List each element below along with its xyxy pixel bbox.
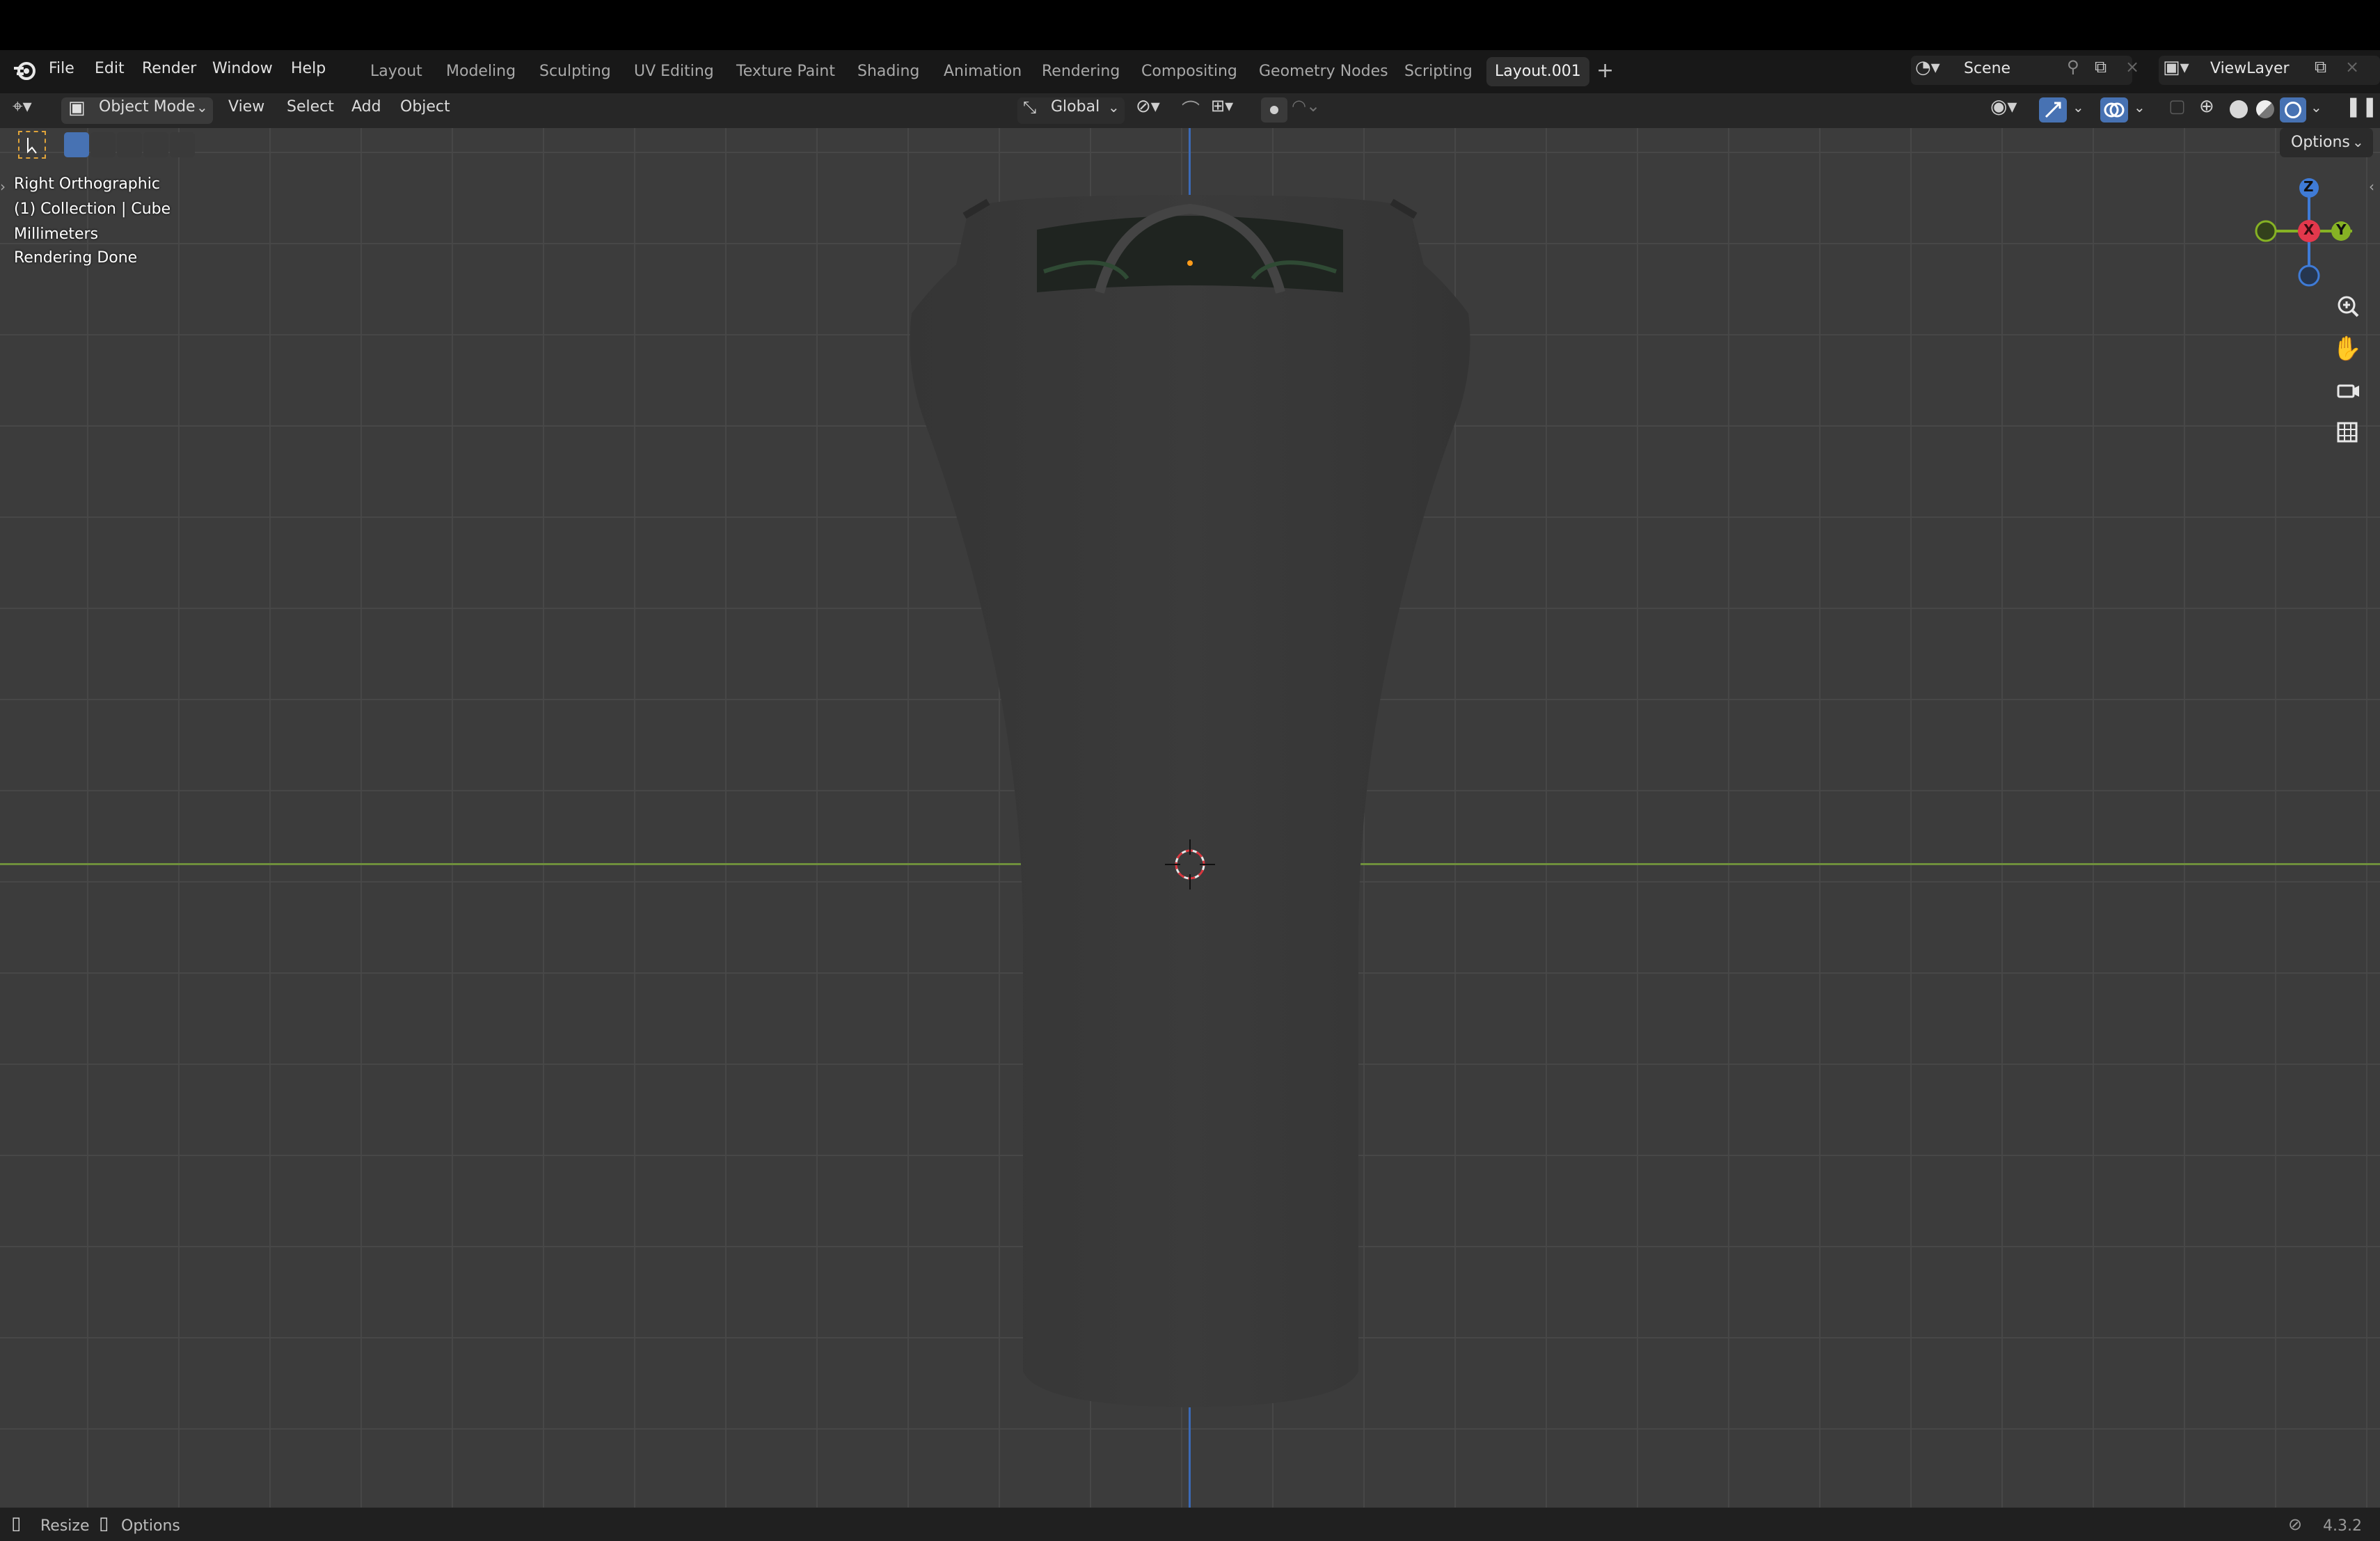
- tab-rendering[interactable]: Rendering: [1033, 57, 1128, 86]
- menu-edit[interactable]: Edit: [95, 60, 125, 77]
- blender-logo-icon[interactable]: [13, 60, 38, 81]
- tab-shading[interactable]: Shading: [849, 57, 928, 86]
- selection-mode-intersect[interactable]: [170, 132, 195, 157]
- gizmo-z-label[interactable]: Z: [2303, 178, 2314, 195]
- visibility-icon[interactable]: ◉▾: [1990, 95, 2017, 118]
- scene-icon[interactable]: ◔▾: [1915, 57, 1940, 78]
- sidebar-toggle-right-icon[interactable]: ‹: [2369, 178, 2374, 195]
- zoom-icon[interactable]: [2330, 290, 2365, 324]
- gizmo-x-label[interactable]: X: [2303, 221, 2314, 238]
- pan-hand-icon[interactable]: ✋: [2330, 331, 2365, 366]
- overlay-icon[interactable]: [2100, 97, 2128, 123]
- transform-orientation-icon: ⤡: [1023, 97, 1037, 117]
- tab-texture-paint[interactable]: Texture Paint: [728, 57, 843, 86]
- origin-dot: [1187, 260, 1193, 266]
- sidebar-toggle-left-icon[interactable]: ›: [0, 178, 6, 195]
- selection-mode-set[interactable]: [64, 132, 89, 157]
- material-shading-icon[interactable]: [2256, 100, 2274, 118]
- view-layer-icon[interactable]: ▣▾: [2163, 57, 2189, 78]
- z-axis-line-top: [1189, 128, 1191, 198]
- network-off-icon[interactable]: ⊘: [2288, 1515, 2302, 1534]
- tab-layout-001[interactable]: Layout.001: [1486, 57, 1589, 86]
- tab-sculpting[interactable]: Sculpting: [531, 57, 619, 86]
- selection-mode-invert[interactable]: [143, 132, 168, 157]
- status-options: Options: [121, 1517, 180, 1535]
- new-scene-icon[interactable]: ⧉: [2095, 57, 2107, 77]
- gizmo-y-label[interactable]: Y: [2336, 221, 2346, 238]
- view-name: Right Orthographic: [14, 175, 160, 193]
- new-view-layer-icon[interactable]: ⧉: [2315, 57, 2326, 77]
- menu-add[interactable]: Add: [351, 98, 381, 116]
- z-axis-line-bottom: [1189, 1406, 1191, 1508]
- tab-compositing[interactable]: Compositing: [1133, 57, 1246, 86]
- options-label[interactable]: Options: [2291, 134, 2350, 151]
- chevron-down-icon: ⌄: [196, 99, 208, 116]
- object-mode-icon: ▣: [68, 97, 86, 118]
- units-label: Millimeters: [14, 226, 99, 243]
- mode-label[interactable]: Object Mode: [99, 98, 196, 116]
- camera-view-icon[interactable]: [2330, 373, 2365, 408]
- snap-target-icon[interactable]: ⊞▾: [1211, 96, 1233, 116]
- proportional-falloff-icon[interactable]: ◠⌄: [1292, 96, 1320, 116]
- menu-file[interactable]: File: [49, 60, 74, 77]
- mouse-icon: ▯: [11, 1513, 22, 1534]
- selection-mode-subtract[interactable]: [117, 132, 142, 157]
- pin-icon[interactable]: ⚲: [2067, 57, 2079, 77]
- editor-type-icon[interactable]: ⌖▾: [13, 96, 32, 118]
- chevron-down-icon: ⌄: [2352, 134, 2364, 150]
- menu-help[interactable]: Help: [291, 60, 326, 77]
- status-resize: Resize: [40, 1517, 90, 1535]
- tab-layout[interactable]: Layout: [362, 57, 431, 86]
- menu-object[interactable]: Object: [400, 98, 450, 116]
- tab-modeling[interactable]: Modeling: [438, 57, 524, 86]
- tab-geometry-nodes[interactable]: Geometry Nodes: [1251, 57, 1397, 86]
- xray-icon[interactable]: ▢: [2168, 96, 2186, 117]
- transform-orientation-label[interactable]: Global: [1051, 98, 1100, 116]
- chevron-down-icon[interactable]: ⌄: [2072, 99, 2084, 116]
- menu-select[interactable]: Select: [287, 98, 334, 116]
- wireframe-shading-icon[interactable]: ⊕: [2199, 96, 2214, 117]
- tab-uv-editing[interactable]: UV Editing: [626, 57, 722, 86]
- render-status: Rendering Done: [14, 249, 138, 267]
- cube-object-silhouette[interactable]: [898, 188, 1482, 1420]
- snap-icon[interactable]: ⌒: [1182, 96, 1200, 122]
- 3d-cursor-icon[interactable]: [1162, 837, 1218, 892]
- view-layer-name[interactable]: ViewLayer: [2210, 60, 2290, 77]
- gizmo-icon[interactable]: [2039, 97, 2067, 123]
- select-box-icon[interactable]: [18, 131, 46, 159]
- rendered-shading-icon[interactable]: [2280, 97, 2306, 123]
- collection-info: (1) Collection | Cube: [14, 200, 171, 218]
- status-bar: [0, 1508, 2380, 1541]
- tab-scripting[interactable]: Scripting: [1396, 57, 1481, 86]
- chevron-down-icon[interactable]: ⌄: [2310, 99, 2322, 116]
- menu-window[interactable]: Window: [212, 60, 273, 77]
- remove-view-layer-icon[interactable]: ×: [2345, 57, 2359, 77]
- scene-name[interactable]: Scene: [1964, 60, 2010, 77]
- add-workspace-icon[interactable]: +: [1596, 58, 1614, 83]
- version-label: 4.3.2: [2323, 1517, 2362, 1535]
- menu-render[interactable]: Render: [142, 60, 196, 77]
- ortho-grid-icon[interactable]: [2330, 415, 2365, 450]
- tab-animation[interactable]: Animation: [935, 57, 1030, 86]
- close-icon[interactable]: ×: [2125, 57, 2139, 77]
- solid-shading-icon[interactable]: [2230, 100, 2248, 118]
- selection-mode-extend[interactable]: [90, 132, 116, 157]
- transform-pivot-icon[interactable]: ⊘▾: [1136, 96, 1160, 117]
- proportional-edit-icon[interactable]: [1261, 97, 1287, 123]
- chevron-down-icon[interactable]: ⌄: [2134, 99, 2145, 116]
- pause-icon[interactable]: ❚❚: [2345, 95, 2378, 118]
- chevron-down-icon: ⌄: [1108, 99, 1120, 116]
- menu-view[interactable]: View: [228, 98, 264, 116]
- mouse-icon: ▯: [99, 1513, 109, 1534]
